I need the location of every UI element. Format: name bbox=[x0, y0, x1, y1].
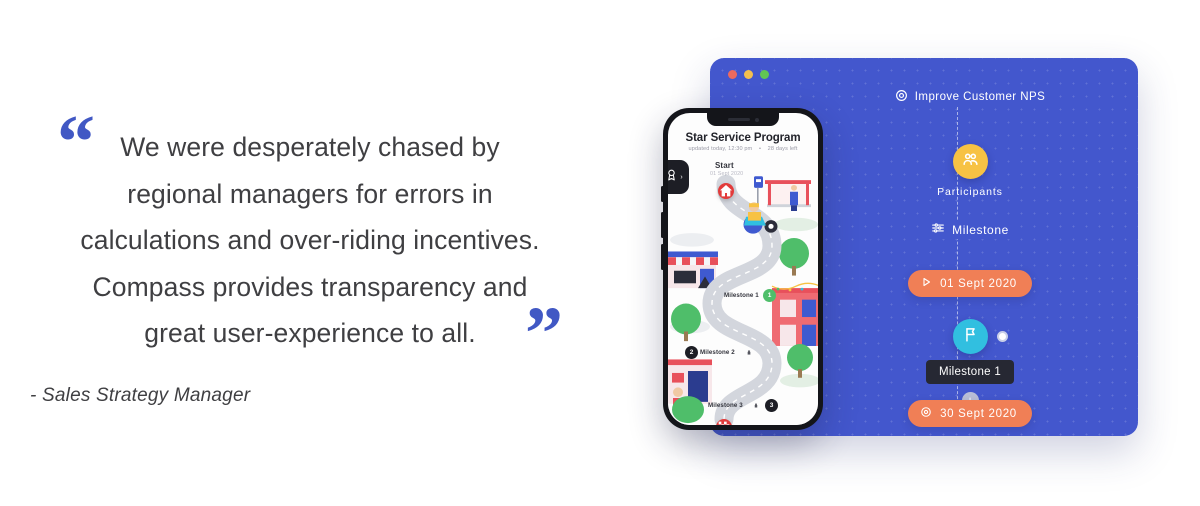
phone-mute-switch[interactable] bbox=[661, 186, 664, 202]
quote-close-icon: ” bbox=[525, 292, 563, 376]
milestone-timeline: Improve Customer NPS Participants Milest… bbox=[820, 80, 1120, 432]
lock-icon bbox=[746, 349, 752, 356]
milestone-status-dot bbox=[996, 331, 1008, 342]
testimonial-block: “ We were desperately chased by regional… bbox=[0, 0, 600, 506]
phone-volume-down-button[interactable] bbox=[661, 244, 664, 270]
milestone-header-label: Milestone bbox=[952, 222, 1009, 237]
quote-line: Compass provides transparency and bbox=[92, 271, 528, 302]
milestone-flag-node[interactable]: Milestone 1 bbox=[820, 319, 1120, 384]
flag-avatar bbox=[952, 319, 988, 354]
start-pin-icon bbox=[718, 183, 734, 199]
participants-label: Participants bbox=[937, 186, 1003, 198]
start-date-row: 01 Sept 2020 bbox=[820, 270, 1120, 297]
flag-icon bbox=[962, 326, 979, 348]
milestone-header-chip[interactable]: Milestone bbox=[925, 220, 1015, 239]
play-icon bbox=[920, 276, 932, 291]
quote-line: great user-experience to all. bbox=[144, 318, 476, 348]
app-updated-text: updated today, 12:30 pm bbox=[688, 146, 753, 152]
award-tab-button[interactable]: › bbox=[668, 160, 689, 194]
map-milestone-2-label[interactable]: Milestone 2 bbox=[700, 349, 735, 356]
app-days-left-text: 28 days left bbox=[767, 146, 798, 152]
quote-line: We were desperately chased by bbox=[120, 132, 500, 162]
quote-line: calculations and over-riding incentives. bbox=[80, 225, 540, 255]
app-subtitle: updated today, 12:30 pm • 28 days left bbox=[668, 146, 818, 152]
testimonial-attribution: - Sales Strategy Manager bbox=[30, 385, 251, 406]
map-milestone-3-badge[interactable]: 3 bbox=[765, 399, 778, 412]
end-date-row: 30 Sept 2020 bbox=[820, 400, 1120, 427]
front-camera-icon bbox=[754, 117, 759, 122]
start-date-label: 01 Sept 2020 bbox=[940, 277, 1017, 290]
quote-text: We were desperately chased by regional m… bbox=[60, 124, 560, 357]
participants-avatar bbox=[952, 144, 988, 179]
participants-node[interactable]: Participants bbox=[820, 144, 1120, 198]
window-controls bbox=[728, 70, 769, 79]
award-icon bbox=[668, 168, 678, 186]
target-icon bbox=[895, 89, 908, 105]
app-subtitle-separator: • bbox=[758, 146, 762, 152]
chevron-right-icon: › bbox=[680, 173, 683, 181]
map-milestone-1-badge[interactable]: 1 bbox=[763, 289, 776, 302]
app-title: Star Service Program bbox=[685, 132, 801, 144]
minimize-button[interactable] bbox=[744, 70, 753, 79]
start-date-label: 01 Sept 2020 bbox=[710, 171, 744, 177]
map-milestone-3-label[interactable]: Milestone 3 bbox=[708, 402, 743, 409]
target-icon bbox=[920, 406, 932, 421]
phone-volume-up-button[interactable] bbox=[661, 212, 664, 238]
goal-row: Improve Customer NPS bbox=[820, 88, 1120, 106]
maximize-button[interactable] bbox=[760, 70, 769, 79]
sliders-icon bbox=[931, 221, 945, 238]
milestone-header-row: Milestone bbox=[820, 220, 1120, 239]
map-illustration bbox=[668, 157, 818, 425]
close-button[interactable] bbox=[728, 70, 737, 79]
people-icon bbox=[961, 150, 980, 174]
finish-pin-icon bbox=[716, 419, 732, 425]
flag-node-wrap bbox=[952, 319, 1008, 354]
map-milestone-1-label[interactable]: Milestone 1 bbox=[724, 292, 759, 299]
lock-icon bbox=[753, 402, 759, 409]
goal-chip[interactable]: Improve Customer NPS bbox=[888, 88, 1052, 106]
journey-map: Start 01 Sept 2020 Milestone 1 1 Milesto… bbox=[668, 157, 818, 425]
milestone-tooltip: Milestone 1 bbox=[925, 360, 1015, 384]
start-label: Start bbox=[715, 161, 734, 170]
phone-notch bbox=[707, 113, 779, 126]
testimonial-slide: “ We were desperately chased by regional… bbox=[0, 0, 1200, 506]
goal-label: Improve Customer NPS bbox=[914, 91, 1046, 103]
speaker-grille-icon bbox=[727, 118, 750, 121]
start-date-pill[interactable]: 01 Sept 2020 bbox=[908, 270, 1032, 297]
quote-line: regional managers for errors in bbox=[127, 178, 493, 209]
end-date-label: 30 Sept 2020 bbox=[940, 407, 1017, 420]
map-milestone-2-badge[interactable]: 2 bbox=[685, 346, 698, 359]
phone-screen: Star Service Program updated today, 12:3… bbox=[668, 113, 818, 425]
end-date-pill[interactable]: 30 Sept 2020 bbox=[908, 400, 1032, 427]
phone-mockup: Star Service Program updated today, 12:3… bbox=[661, 108, 823, 430]
